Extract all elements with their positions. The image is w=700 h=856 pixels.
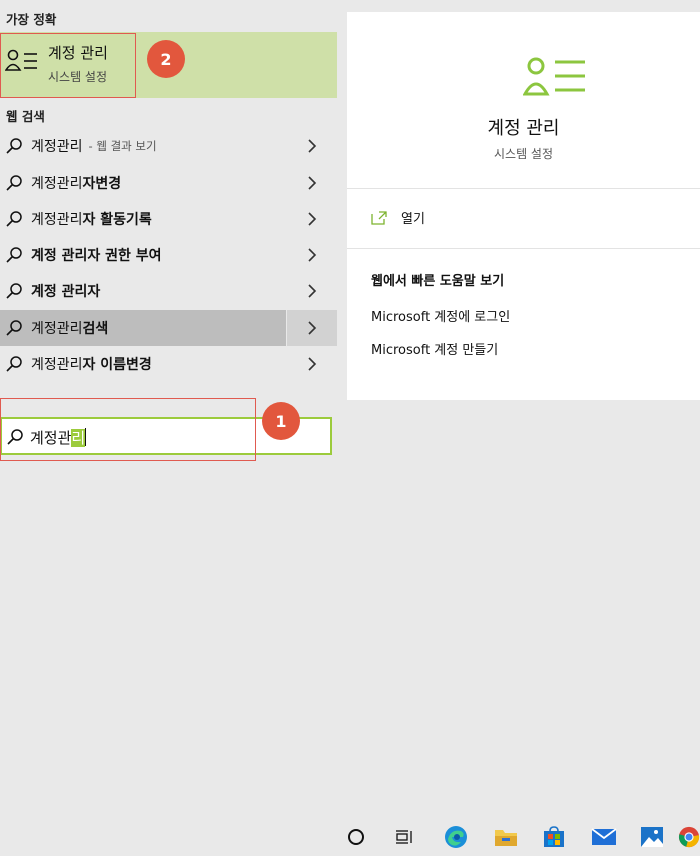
chevron-right-icon xyxy=(308,357,317,371)
web-result-bold: 자변경 xyxy=(82,176,122,192)
open-icon xyxy=(371,210,387,225)
web-result-bold: 계정 관리자 xyxy=(31,284,101,300)
detail-subtitle: 시스템 설정 xyxy=(493,147,553,161)
search-icon xyxy=(6,175,22,191)
expand-result-button[interactable] xyxy=(287,165,337,201)
search-icon xyxy=(6,138,22,154)
web-result-label: 계정관리자 활동기록 xyxy=(31,209,152,229)
web-help-title: 웹에서 빠른 도움말 보기 xyxy=(371,274,505,289)
web-result-prefix: 계정관리 xyxy=(31,212,83,228)
expand-result-button[interactable] xyxy=(287,128,337,164)
chevron-right-icon xyxy=(308,139,317,153)
annotation-box-search xyxy=(0,398,256,461)
photos-icon[interactable] xyxy=(632,818,672,856)
divider xyxy=(347,248,700,249)
search-icon xyxy=(6,320,22,336)
expand-result-button[interactable] xyxy=(287,346,337,382)
search-icon xyxy=(6,247,22,263)
web-result-row[interactable]: 계정 관리자 xyxy=(0,273,337,309)
search-icon xyxy=(6,211,22,227)
expand-result-button[interactable] xyxy=(287,201,337,237)
pane-gap xyxy=(337,0,347,400)
file-explorer-icon[interactable] xyxy=(486,818,526,856)
annotation-badge-1: 1 xyxy=(262,402,300,440)
web-result-bold: 검색 xyxy=(82,321,109,337)
web-result-label: 계정관리검색 xyxy=(31,318,108,338)
web-result-row[interactable]: 계정 관리자 권한 부여 xyxy=(0,237,337,273)
open-label: 열기 xyxy=(401,212,425,227)
web-search-header: 웹 검색 xyxy=(6,109,45,124)
search-icon xyxy=(6,356,22,372)
web-result-label: 계정 관리자 xyxy=(31,281,100,301)
link-microsoft-create[interactable]: Microsoft 계정 만들기 xyxy=(371,339,498,358)
detail-pane: 계정 관리 시스템 설정 열기 웹에서 빠른 도움말 보기 Microsoft … xyxy=(347,12,700,400)
task-view-icon[interactable] xyxy=(384,818,424,856)
web-result-label: 계정관리자변경 xyxy=(31,173,121,193)
web-result-row[interactable]: 계정관리자 활동기록 xyxy=(0,201,337,237)
chevron-right-icon xyxy=(308,284,317,298)
web-result-row[interactable]: 계정관리 - 웹 결과 보기 xyxy=(0,128,337,164)
expand-result-button[interactable] xyxy=(286,310,337,346)
web-result-bold: 자 이름변경 xyxy=(82,357,152,373)
web-result-prefix: 계정관리 xyxy=(31,357,83,373)
web-result-prefix: 계정관리 xyxy=(31,321,83,337)
chevron-right-icon xyxy=(308,212,317,226)
store-icon[interactable] xyxy=(534,818,574,856)
web-result-row[interactable]: 계정관리검색 xyxy=(0,310,337,346)
chevron-right-icon xyxy=(308,321,317,335)
web-result-label: 계정관리 xyxy=(31,136,83,156)
person-list-large-icon xyxy=(523,57,585,96)
best-match-header: 가장 정확 xyxy=(6,12,57,27)
chevron-right-icon xyxy=(308,176,317,190)
annotation-box-best-match xyxy=(0,33,136,98)
link-microsoft-signin[interactable]: Microsoft 계정에 로그인 xyxy=(371,306,510,325)
web-result-bold: 자 활동기록 xyxy=(82,212,152,228)
mail-icon[interactable] xyxy=(584,818,624,856)
chrome-icon[interactable] xyxy=(678,818,700,856)
web-result-label: 계정 관리자 권한 부여 xyxy=(31,245,162,265)
web-result-hint: - 웹 결과 보기 xyxy=(88,139,157,153)
web-result-bold: 계정 관리자 권한 부여 xyxy=(31,248,162,264)
open-action[interactable]: 열기 xyxy=(371,208,425,227)
annotation-badge-2: 2 xyxy=(147,40,185,78)
search-icon xyxy=(6,283,22,299)
web-result-row[interactable]: 계정관리자변경 xyxy=(0,165,337,201)
chevron-right-icon xyxy=(308,248,317,262)
expand-result-button[interactable] xyxy=(287,273,337,309)
edge-icon[interactable] xyxy=(436,818,476,856)
cortana-icon[interactable] xyxy=(336,818,376,856)
web-result-label: 계정관리자 이름변경 xyxy=(31,354,152,374)
divider xyxy=(347,188,700,189)
expand-result-button[interactable] xyxy=(287,237,337,273)
web-result-prefix: 계정관리 xyxy=(31,139,83,155)
web-result-prefix: 계정관리 xyxy=(31,176,83,192)
detail-title: 계정 관리 xyxy=(487,118,560,139)
web-result-row[interactable]: 계정관리자 이름변경 xyxy=(0,346,337,382)
